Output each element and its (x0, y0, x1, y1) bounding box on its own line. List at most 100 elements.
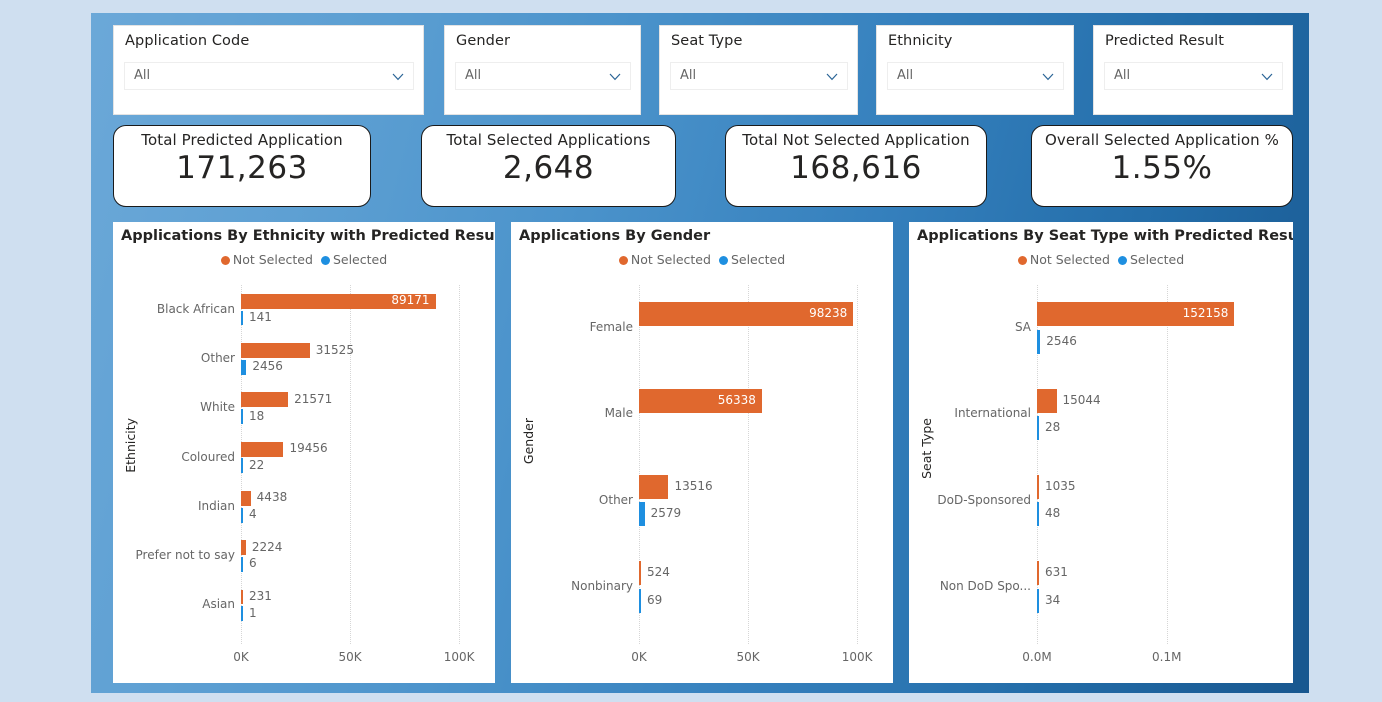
legend-label: Selected (730, 252, 786, 267)
chart-panel-1[interactable]: Applications By Ethnicity with Predicted… (113, 222, 495, 683)
kpi-value: 171,263 (176, 150, 308, 186)
dashboard-root: Application Code All Gender All Seat Type All… (0, 0, 1382, 702)
bar-data-label: 34 (1045, 592, 1061, 607)
category-label: International (954, 406, 1031, 421)
bar-selected[interactable] (241, 557, 243, 572)
x-axis-tick: 0.1M (1152, 650, 1182, 664)
bar-selected[interactable] (241, 310, 243, 326)
bar-data-label: 56338 (717, 392, 756, 407)
legend-label: Selected (1129, 252, 1185, 267)
report-canvas: Application Code All Gender All Seat Type All… (91, 13, 1309, 693)
x-axis-tick: 50K (338, 650, 362, 664)
slicer-title: Predicted Result (1105, 33, 1225, 49)
x-axis-tick: 100K (841, 650, 873, 664)
bar-data-label: 21571 (294, 391, 333, 406)
slicer-seat-type[interactable]: Seat Type All (659, 25, 858, 115)
bar-not-selected[interactable] (241, 343, 310, 358)
bar-selected[interactable] (1037, 416, 1039, 441)
bar-data-label: 31525 (315, 342, 354, 357)
bar-not-selected[interactable] (241, 392, 289, 408)
slicer-predicted-result[interactable]: Predicted Result All (1093, 25, 1293, 115)
chevron-down-icon[interactable] (392, 73, 404, 81)
bar-data-label: 15044 (1062, 392, 1101, 407)
bar-not-selected[interactable] (1037, 561, 1039, 586)
bar-selected[interactable] (1037, 588, 1039, 613)
chart-panel-3[interactable]: Applications By Seat Type with Predicted… (909, 222, 1293, 683)
bar-selected[interactable] (1037, 329, 1041, 354)
bar-selected[interactable] (1037, 502, 1039, 527)
bar-data-label: 98238 (809, 306, 848, 321)
slicer-title: Seat Type (671, 33, 743, 49)
slicer-dropdown[interactable]: All (670, 62, 848, 90)
legend-item-not-selected[interactable]: Not Selected (618, 252, 711, 267)
legend-swatch-icon (1017, 256, 1027, 265)
bar-not-selected[interactable] (639, 561, 641, 586)
legend-label: Not Selected (1029, 252, 1110, 267)
bar-data-label: 141 (249, 310, 272, 325)
bar-not-selected[interactable] (241, 589, 243, 605)
kpi-label: Overall Selected Application % (1045, 131, 1279, 149)
legend-item-selected[interactable]: Selected (718, 252, 786, 267)
bar-data-label: 69 (647, 592, 663, 607)
bar-data-label: 28 (1045, 420, 1061, 435)
bar-not-selected[interactable] (1037, 388, 1057, 413)
bar-data-label: 2546 (1046, 333, 1077, 348)
legend-swatch-icon (618, 256, 628, 265)
legend-item-not-selected[interactable]: Not Selected (220, 252, 313, 267)
bar-selected[interactable] (241, 606, 243, 622)
legend-item-selected[interactable]: Selected (1117, 252, 1185, 267)
bar-selected[interactable] (639, 588, 641, 613)
bar-data-label: 2456 (252, 359, 283, 374)
slicer-selected-value: All (897, 68, 914, 83)
chart-title: Applications By Ethnicity with Predicted… (121, 228, 495, 244)
bar-selected[interactable] (241, 458, 243, 474)
bar-not-selected[interactable] (241, 491, 251, 506)
kpi-row: Total Predicted Application 171,263 Total … (113, 125, 1293, 215)
legend-item-selected[interactable]: Selected (320, 252, 388, 267)
chevron-down-icon[interactable] (1042, 73, 1054, 81)
category-label: Non DoD Spo... (939, 578, 1031, 593)
bar-selected[interactable] (639, 502, 645, 527)
x-axis-tick: 0K (631, 650, 647, 664)
bar-selected[interactable] (241, 359, 247, 375)
legend-label: Selected (332, 252, 388, 267)
chart-title: Applications By Seat Type with Predicted… (917, 228, 1293, 244)
kpi-card-total-selected-applications[interactable]: Total Selected Applications 2,648 (421, 125, 676, 207)
bar-not-selected[interactable] (241, 441, 284, 457)
chart-panel-2[interactable]: Applications By Gender Not Selected Select… (511, 222, 893, 683)
bar-data-label: 2224 (251, 539, 283, 554)
slicer-dropdown[interactable]: All (455, 62, 631, 90)
kpi-card-total-predicted-application[interactable]: Total Predicted Application 171,263 (113, 125, 371, 207)
kpi-card-overall-selected-application[interactable]: Overall Selected Application % 1.55% (1031, 125, 1293, 207)
slicer-selected-value: All (465, 68, 482, 83)
slicer-dropdown[interactable]: All (1104, 62, 1283, 90)
category-label: Indian (197, 498, 235, 513)
slicer-dropdown[interactable]: All (124, 62, 414, 90)
chart-legend: Not Selected Selected (909, 252, 1293, 267)
category-label: Other (598, 492, 633, 507)
category-label: Black African (156, 301, 235, 316)
category-label: Prefer not to say (135, 548, 235, 563)
plot-area: 0K50K100KFemale982380Male563380Other1351… (571, 285, 879, 664)
kpi-label: Total Not Selected Application (742, 131, 970, 149)
chevron-down-icon[interactable] (609, 73, 621, 81)
bar-not-selected[interactable] (639, 474, 669, 499)
slicer-dropdown[interactable]: All (887, 62, 1064, 90)
slicer-application-code[interactable]: Application Code All (113, 25, 424, 115)
slicer-ethnicity[interactable]: Ethnicity All (876, 25, 1074, 115)
bar-not-selected[interactable] (1037, 474, 1039, 499)
bar-selected[interactable] (241, 507, 243, 523)
chart-legend: Not Selected Selected (511, 252, 893, 267)
category-label: White (200, 400, 235, 415)
category-label: Female (589, 320, 633, 335)
chevron-down-icon[interactable] (826, 73, 838, 81)
bar-selected[interactable] (241, 409, 243, 424)
kpi-card-total-not-selected-application[interactable]: Total Not Selected Application 168,616 (725, 125, 987, 207)
bar-not-selected[interactable] (241, 540, 246, 556)
gridline (857, 285, 859, 644)
bar-data-label: 1035 (1045, 478, 1076, 493)
chevron-down-icon[interactable] (1261, 73, 1273, 81)
slicer-gender[interactable]: Gender All (444, 25, 641, 115)
kpi-label: Total Selected Applications (446, 131, 651, 149)
legend-item-not-selected[interactable]: Not Selected (1017, 252, 1110, 267)
